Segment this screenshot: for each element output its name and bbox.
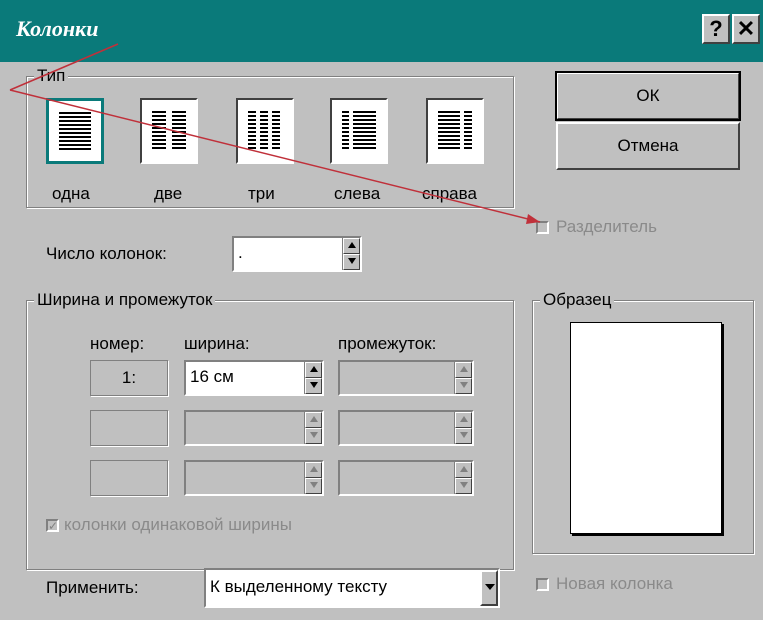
annotation-arrow bbox=[9, 43, 541, 224]
columns-dialog: Колонки ? ✕ Тип одна две три слева справ… bbox=[0, 0, 763, 620]
